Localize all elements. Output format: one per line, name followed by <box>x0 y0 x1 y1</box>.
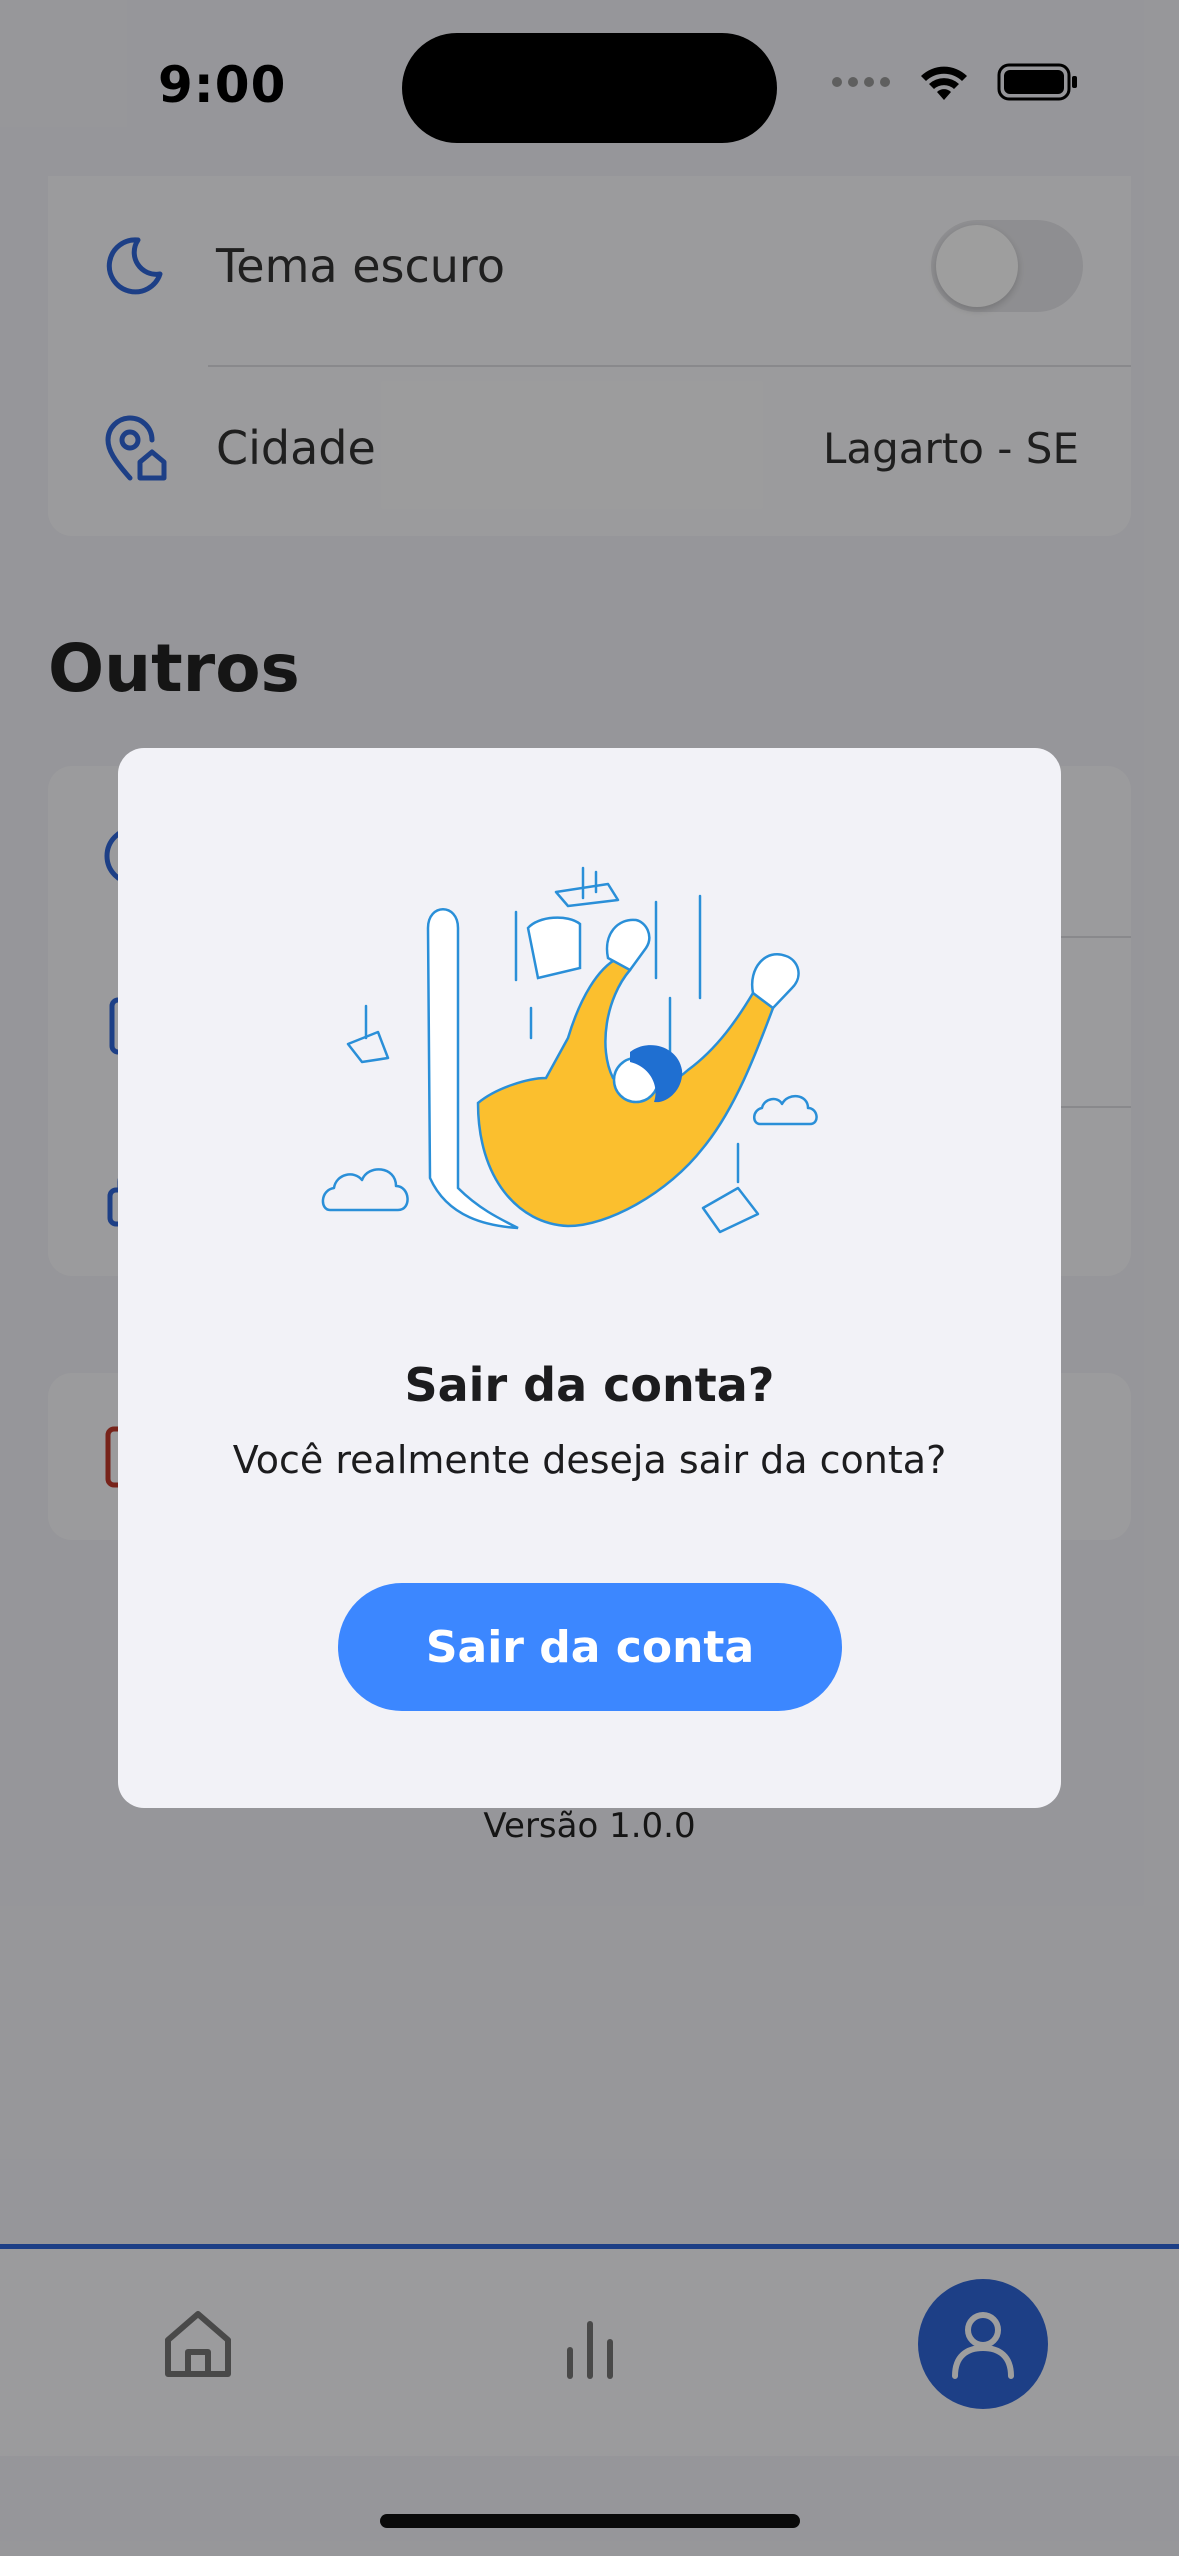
logout-dialog: Sair da conta? Você realmente deseja sai… <box>118 748 1061 1808</box>
dialog-title: Sair da conta? <box>404 1358 775 1412</box>
falling-person-illustration <box>321 866 818 1234</box>
dialog-message: Você realmente deseja sair da conta? <box>232 1438 947 1482</box>
confirm-logout-button[interactable]: Sair da conta <box>338 1583 842 1711</box>
